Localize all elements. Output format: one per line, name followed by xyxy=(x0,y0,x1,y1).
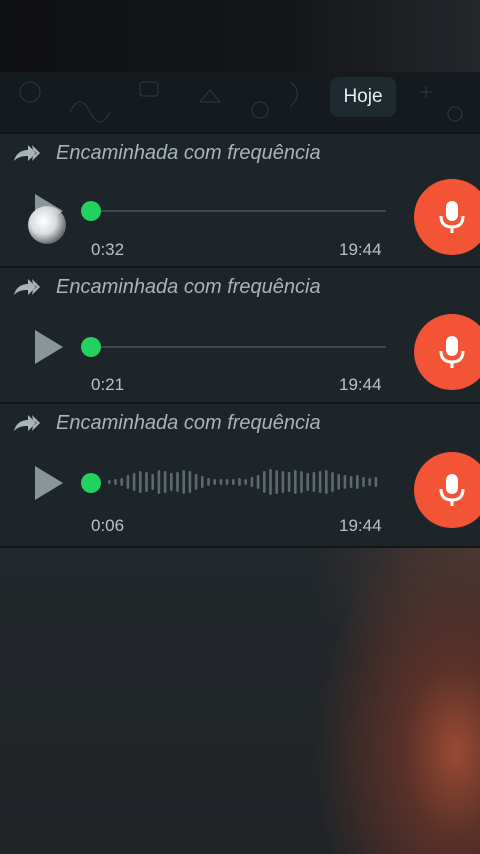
microphone-icon xyxy=(439,474,465,506)
date-separator: Hoje xyxy=(330,77,396,117)
voice-message[interactable]: Encaminhada com frequência 0:32 19:44 xyxy=(0,132,480,268)
forwarded-indicator: Encaminhada com frequência xyxy=(12,276,321,299)
waveform-bar xyxy=(331,472,334,492)
microphone-icon xyxy=(439,201,465,233)
waveform-bar xyxy=(151,474,154,490)
waveform-bar xyxy=(176,472,179,492)
waveform-bar xyxy=(256,475,260,489)
forwarded-label: Encaminhada com frequência xyxy=(56,142,321,164)
waveform-bar xyxy=(188,471,192,493)
waveform-bar xyxy=(337,474,340,490)
voice-message[interactable]: Encaminhada com frequência 0:21 19:44 xyxy=(0,266,480,404)
audio-duration: 0:32 xyxy=(91,240,125,259)
waveform-bar xyxy=(349,476,353,488)
play-icon[interactable] xyxy=(32,328,66,366)
audio-track[interactable] xyxy=(92,210,386,212)
waveform-bar xyxy=(244,479,247,485)
play-icon[interactable] xyxy=(32,464,66,502)
voice-note-mic-badge xyxy=(414,314,480,390)
waveform-bar xyxy=(374,477,378,487)
playback-position-dot[interactable] xyxy=(81,473,101,493)
audio-duration: 0:06 xyxy=(91,516,125,535)
waveform-bar xyxy=(170,473,173,491)
audio-waveform[interactable] xyxy=(104,464,384,500)
double-forward-arrow-icon xyxy=(14,278,40,295)
waveform-bar xyxy=(232,479,235,485)
voice-note-mic-badge xyxy=(414,179,480,255)
waveform-bar xyxy=(126,475,130,489)
waveform-bar xyxy=(194,474,198,490)
voice-note-mic-badge xyxy=(414,452,480,528)
audio-track[interactable] xyxy=(92,346,386,348)
waveform-bar xyxy=(306,473,309,491)
forwarded-label: Encaminhada com frequência xyxy=(56,276,321,298)
waveform-bar xyxy=(269,469,272,495)
waveform-bar xyxy=(219,479,223,485)
waveform-bar xyxy=(368,478,371,486)
forwarded-label: Encaminhada com frequência xyxy=(56,412,321,434)
waveform-bar xyxy=(182,470,185,494)
touch-indicator xyxy=(28,206,66,244)
waveform-bar xyxy=(145,472,148,492)
microphone-icon xyxy=(439,336,465,368)
waveform-bar xyxy=(356,475,359,489)
wallpaper-doodles xyxy=(19,81,463,123)
message-time: 19:44 xyxy=(339,240,382,259)
waveform-bar xyxy=(263,471,266,493)
waveform-bar xyxy=(312,472,316,492)
waveform-bar xyxy=(108,480,111,484)
playback-position-dot[interactable] xyxy=(81,201,101,221)
forwarded-indicator: Encaminhada com frequência xyxy=(12,412,321,435)
waveform-bar xyxy=(238,478,241,486)
waveform-bar xyxy=(294,470,297,494)
waveform-bar xyxy=(157,470,161,494)
date-label: Hoje xyxy=(343,86,383,107)
forwarded-indicator: Encaminhada com frequência xyxy=(12,142,321,165)
waveform-bar xyxy=(318,471,322,493)
waveform-bar xyxy=(163,471,167,493)
message-time: 19:44 xyxy=(339,375,382,394)
waveform-bar xyxy=(300,471,303,493)
audio-duration: 0:21 xyxy=(91,375,125,394)
status-area xyxy=(0,0,480,72)
playback-position-dot[interactable] xyxy=(81,337,101,357)
waveform-bar xyxy=(250,477,254,487)
waveform-bar xyxy=(225,479,229,485)
waveform-bar xyxy=(362,477,365,487)
waveform-bar xyxy=(114,479,117,485)
waveform-bar xyxy=(287,472,291,492)
waveform-bar xyxy=(139,471,142,493)
double-forward-arrow-icon xyxy=(14,414,40,431)
waveform-bar xyxy=(325,470,328,494)
message-time: 19:44 xyxy=(339,516,382,535)
double-forward-arrow-icon xyxy=(14,144,40,161)
waveform-bar xyxy=(132,473,136,491)
waveform-bar xyxy=(275,470,278,494)
waveform-bar xyxy=(343,475,347,489)
waveform-bar xyxy=(281,471,285,493)
voice-message[interactable]: Encaminhada com frequência 0:06 19:44 xyxy=(0,402,480,548)
waveform-bar xyxy=(213,479,216,485)
waveform-bar xyxy=(201,476,204,488)
waveform-bar xyxy=(120,478,123,486)
waveform-bar xyxy=(207,478,210,486)
